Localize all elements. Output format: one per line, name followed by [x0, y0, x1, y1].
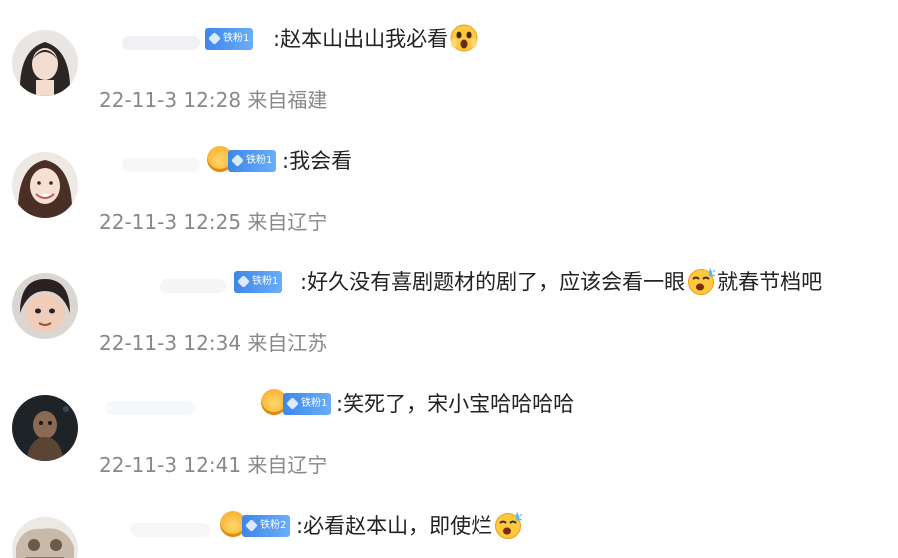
comment-item: 铁粉1 :好久没有喜剧题材的剧了，应该会看一眼 就春节档吧 22-11-3 12… [0, 267, 898, 387]
fan-badge: 铁粉1 [234, 271, 283, 293]
comment-item: 铁粉1 :笑死了，宋小宝哈哈哈哈 22-11-3 12:41 来自辽宁 [0, 389, 898, 509]
comment-item: 铁粉2 :必看赵本山，即使烂 [0, 511, 898, 558]
username[interactable] [122, 158, 200, 172]
avatar[interactable] [12, 30, 78, 96]
comment-item: 铁粉1 :我会看 22-11-3 12:25 来自辽宁 [0, 146, 898, 266]
comment-time: 22-11-3 12:41 [99, 453, 242, 477]
sweat-face-emoji [688, 268, 716, 295]
comment-text: :赵本山出山我必看 [273, 24, 480, 54]
comment-time: 22-11-3 12:28 [99, 88, 242, 112]
comment-location: 来自辽宁 [247, 210, 328, 234]
comment-body: :我会看 [282, 149, 353, 173]
comment-meta: 22-11-3 12:34 来自江苏 [99, 329, 327, 357]
comment-body: :笑死了，宋小宝哈哈哈哈 [336, 392, 575, 416]
comment-location: 来自福建 [247, 88, 328, 112]
username[interactable] [122, 36, 200, 50]
sweat-face-emoji [495, 512, 523, 539]
comment-location: 来自江苏 [247, 331, 328, 355]
username[interactable] [130, 523, 210, 537]
fan-badge: 铁粉1 [228, 150, 277, 172]
comment-meta: 22-11-3 12:25 来自辽宁 [99, 208, 327, 236]
avatar[interactable] [12, 517, 78, 558]
comment-trailing: 就春节档吧 [717, 270, 823, 294]
comment-body: :必看赵本山，即使烂 [296, 514, 493, 538]
shocked-face-emoji [450, 24, 478, 52]
comment-meta: 22-11-3 12:28 来自福建 [99, 86, 327, 114]
fan-badge: 铁粉1 [205, 28, 254, 50]
comment-meta: 22-11-3 12:41 来自辽宁 [99, 451, 327, 479]
username[interactable] [160, 279, 226, 293]
comment-text: :必看赵本山，即使烂 [296, 511, 524, 541]
username[interactable] [105, 401, 195, 415]
comment-body: :赵本山出山我必看 [273, 27, 449, 51]
comment-body: :好久没有喜剧题材的剧了，应该会看一眼 [300, 270, 686, 294]
avatar[interactable] [12, 273, 78, 339]
comment-time: 22-11-3 12:34 [99, 331, 242, 355]
fan-badge: 铁粉2 [242, 515, 291, 537]
avatar[interactable] [12, 395, 78, 461]
avatar[interactable] [12, 152, 78, 218]
comment-text: :笑死了，宋小宝哈哈哈哈 [336, 389, 574, 419]
comment-text: :我会看 [282, 146, 352, 176]
comment-time: 22-11-3 12:25 [99, 210, 242, 234]
comment-location: 来自辽宁 [247, 453, 328, 477]
comment-item: 铁粉1 :赵本山出山我必看 22-11-3 12:28 来自福建 [0, 24, 898, 144]
comment-list: 铁粉1 :赵本山出山我必看 22-11-3 12:28 来自福建 铁粉1:我会… [0, 0, 898, 558]
comment-text: :好久没有喜剧题材的剧了，应该会看一眼 就春节档吧 [300, 267, 822, 297]
fan-badge: 铁粉1 [283, 393, 332, 415]
